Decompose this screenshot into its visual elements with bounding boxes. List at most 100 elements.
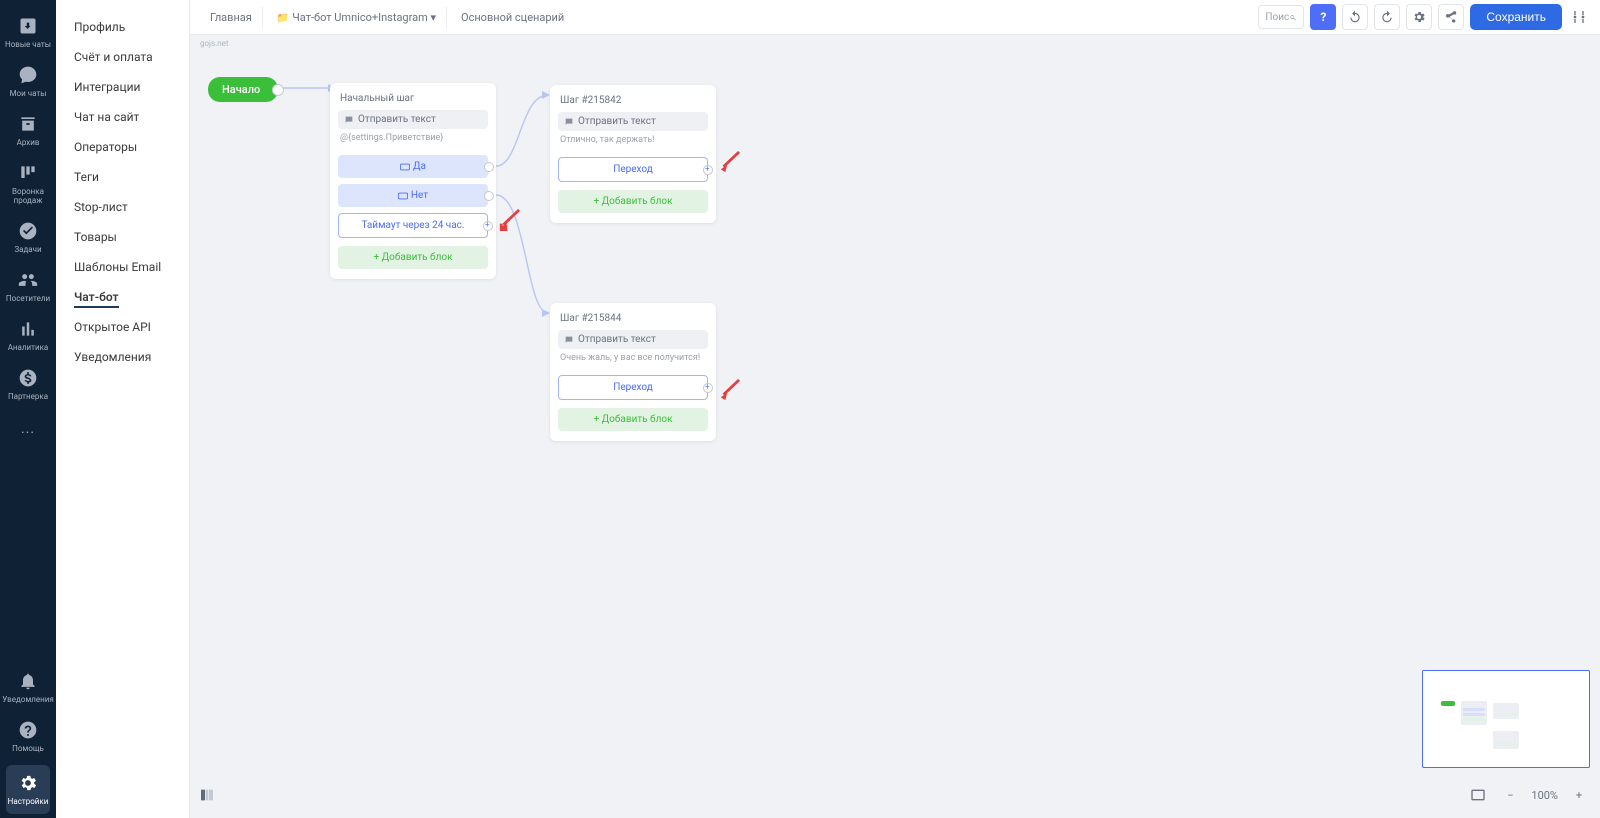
more-label: ... xyxy=(21,421,35,437)
settings-menu: Профиль Счёт и оплата Интеграции Чат на … xyxy=(56,0,190,818)
message-preview: @{settings.Приветствие} xyxy=(338,133,488,149)
settings-item-webchat[interactable]: Чат на сайт xyxy=(56,102,189,132)
node-title: Шаг #215844 xyxy=(558,311,708,330)
search-placeholder: Поис xyxy=(1265,12,1289,23)
settings-item-billing[interactable]: Счёт и оплата xyxy=(56,42,189,72)
minimap[interactable] xyxy=(1422,670,1590,768)
kanban-icon xyxy=(18,163,38,183)
rail-label: Помощь xyxy=(12,744,44,753)
redo-icon xyxy=(1380,10,1394,24)
message-preview: Очень жаль, у вас все получится! xyxy=(558,353,708,369)
nav-settings[interactable]: Настройки xyxy=(6,765,50,814)
message-icon xyxy=(564,335,574,345)
redo-button[interactable] xyxy=(1374,4,1400,30)
rail-label: Мои чаты xyxy=(10,89,47,98)
action-send-text[interactable]: Отправить текст xyxy=(558,330,708,349)
nav-tasks[interactable]: Задачи xyxy=(0,213,56,262)
nav-my-chats[interactable]: Мои чаты xyxy=(0,57,56,106)
add-block-button[interactable]: + Добавить блок xyxy=(338,246,488,269)
nav-visitors[interactable]: Посетители xyxy=(0,262,56,311)
map-view-button[interactable] xyxy=(196,784,218,806)
search-input[interactable]: Поис xyxy=(1258,5,1304,29)
share-icon xyxy=(1444,10,1458,24)
help-button[interactable]: ? xyxy=(1310,4,1336,30)
annotation-arrow xyxy=(498,209,520,231)
message-icon xyxy=(564,117,574,127)
rail-label: Задачи xyxy=(14,245,41,254)
settings-item-integrations[interactable]: Интеграции xyxy=(56,72,189,102)
nav-affiliate[interactable]: Партнерка xyxy=(0,360,56,409)
message-icon xyxy=(344,115,354,125)
fit-icon xyxy=(1470,787,1486,803)
breadcrumb-home[interactable]: Главная xyxy=(200,7,263,28)
view-mode-toggle xyxy=(196,784,218,806)
rail-label: Новые чаты xyxy=(5,40,51,49)
settings-item-tags[interactable]: Теги xyxy=(56,162,189,192)
archive-icon xyxy=(18,114,38,134)
annotation-arrow xyxy=(718,151,740,173)
settings-item-api[interactable]: Открытое API xyxy=(56,312,189,342)
add-block-button[interactable]: + Добавить блок xyxy=(558,408,708,431)
breadcrumb-folder[interactable]: Чат-бот Umnico+Instagram ▾ xyxy=(267,7,447,28)
nav-more[interactable]: ... xyxy=(0,409,56,449)
transition-button[interactable]: Переход xyxy=(558,375,708,400)
settings-more-button[interactable] xyxy=(1568,6,1590,28)
node-step-215842[interactable]: Шаг #215842 Отправить текст Отлично, так… xyxy=(550,85,716,223)
settings-item-goods[interactable]: Товары xyxy=(56,222,189,252)
option-no[interactable]: Нет xyxy=(338,184,488,207)
settings-item-stoplist[interactable]: Stop-лист xyxy=(56,192,189,222)
save-button[interactable]: Сохранить xyxy=(1470,4,1562,30)
nav-archive[interactable]: Архив xyxy=(0,106,56,155)
chat-icon xyxy=(18,65,38,85)
help-icon xyxy=(18,720,38,740)
option-yes[interactable]: Да xyxy=(338,155,488,178)
settings-item-operators[interactable]: Операторы xyxy=(56,132,189,162)
node-initial-step[interactable]: Начальный шаг Отправить текст @{settings… xyxy=(330,83,496,279)
settings-item-profile[interactable]: Профиль xyxy=(56,12,189,42)
flow-canvas[interactable]: gojs.net Начало Начальный шаг Отправить … xyxy=(190,35,1600,818)
rail-label: Посетители xyxy=(6,294,50,303)
share-button[interactable] xyxy=(1438,4,1464,30)
message-preview: Отлично, так держать! xyxy=(558,135,708,151)
add-block-button[interactable]: + Добавить блок xyxy=(558,190,708,213)
settings-item-chatbot[interactable]: Чат-бот xyxy=(56,282,189,312)
undo-button[interactable] xyxy=(1342,4,1368,30)
nav-help[interactable]: Помощь xyxy=(0,712,56,761)
fit-screen-button[interactable] xyxy=(1467,784,1489,806)
start-node[interactable]: Начало xyxy=(208,77,278,102)
map-icon xyxy=(199,787,215,803)
rail-label: Аналитика xyxy=(8,343,49,352)
chart-bar-icon xyxy=(18,319,38,339)
settings-button[interactable] xyxy=(1406,4,1432,30)
inbox-download-icon xyxy=(18,16,38,36)
editor-header: Главная Чат-бот Umnico+Instagram ▾ Основ… xyxy=(190,0,1600,35)
action-send-text[interactable]: Отправить текст xyxy=(558,112,708,131)
transition-button[interactable]: Переход xyxy=(558,157,708,182)
dollar-icon xyxy=(18,368,38,388)
rail-label: Архив xyxy=(17,138,40,147)
zoom-level: 100% xyxy=(1531,789,1558,802)
nav-rail: Новые чаты Мои чаты Архив Воронка продаж… xyxy=(0,0,56,818)
timeout-option[interactable]: Таймаут через 24 час. xyxy=(338,213,488,238)
rail-label: Партнерка xyxy=(8,392,48,401)
zoom-in-button[interactable]: + xyxy=(1568,784,1590,806)
settings-item-notifications[interactable]: Уведомления xyxy=(56,342,189,372)
action-send-text[interactable]: Отправить текст xyxy=(338,110,488,129)
nav-analytics[interactable]: Аналитика xyxy=(0,311,56,360)
nav-funnel[interactable]: Воронка продаж xyxy=(0,155,56,213)
button-icon xyxy=(400,163,410,171)
node-step-215844[interactable]: Шаг #215844 Отправить текст Очень жаль, … xyxy=(550,303,716,441)
gear-icon xyxy=(1412,10,1426,24)
nav-new-chats[interactable]: Новые чаты xyxy=(0,8,56,57)
nav-notifications[interactable]: Уведомления xyxy=(0,663,56,712)
breadcrumb-scenario[interactable]: Основной сценарий xyxy=(451,7,574,28)
button-icon xyxy=(398,192,408,200)
settings-item-email-templates[interactable]: Шаблоны Email xyxy=(56,252,189,282)
users-icon xyxy=(18,270,38,290)
breadcrumb: Главная Чат-бот Umnico+Instagram ▾ Основ… xyxy=(200,7,574,28)
undo-icon xyxy=(1348,10,1362,24)
rail-label: Уведомления xyxy=(2,695,54,704)
gear-icon xyxy=(18,773,38,793)
zoom-out-button[interactable]: − xyxy=(1499,784,1521,806)
annotation-arrow xyxy=(718,379,740,401)
